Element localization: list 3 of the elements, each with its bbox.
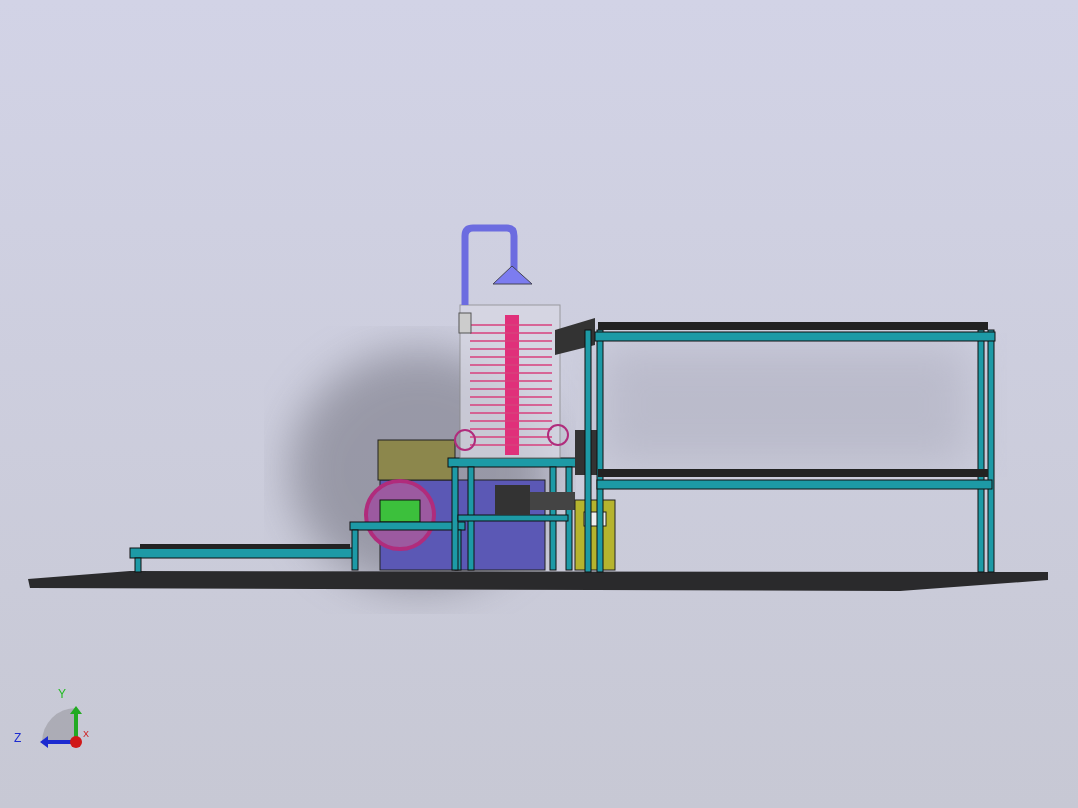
axis-label: Z — [14, 732, 22, 744]
axis-label: X — [83, 730, 89, 739]
axis-label: Y — [58, 688, 66, 700]
